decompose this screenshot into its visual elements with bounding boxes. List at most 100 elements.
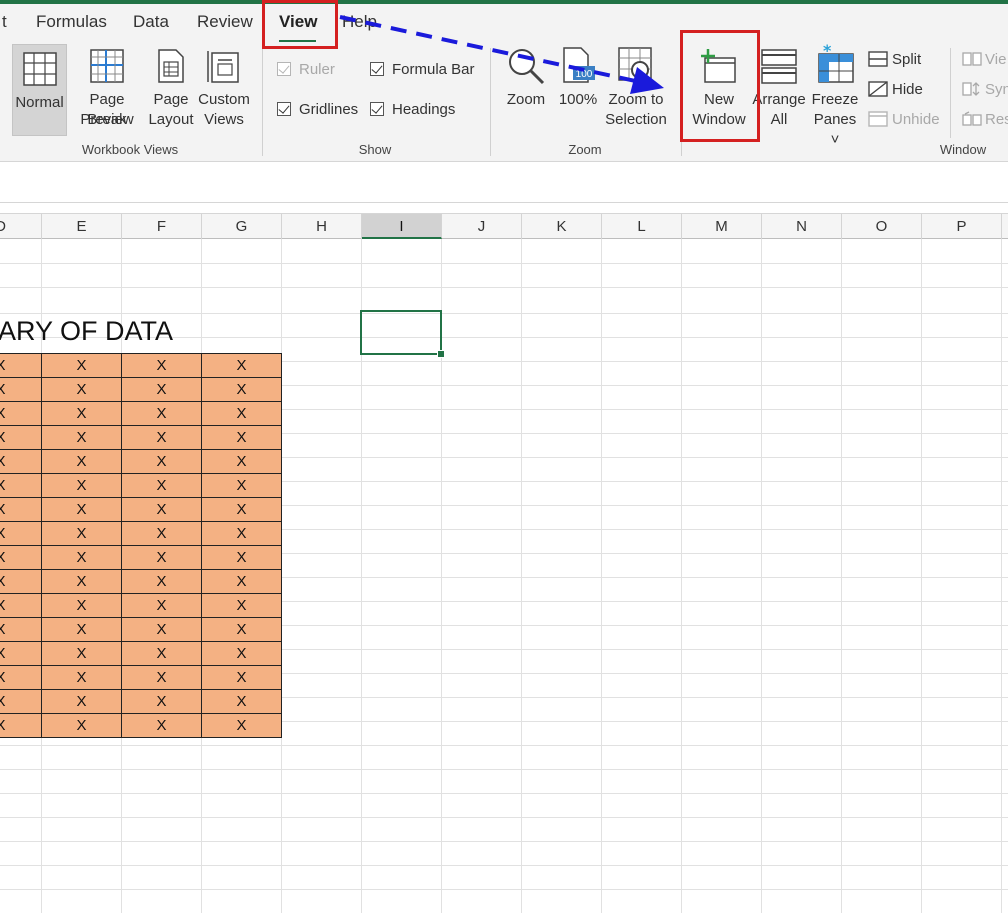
table-cell[interactable]: X <box>0 594 42 617</box>
table-cell[interactable]: X <box>42 378 122 401</box>
table-cell[interactable]: X <box>122 378 202 401</box>
column-header-d[interactable]: D <box>0 214 42 239</box>
tab-review[interactable]: Review <box>197 12 253 32</box>
table-cell[interactable]: X <box>0 618 42 641</box>
tab-help[interactable]: Help <box>342 12 377 32</box>
column-header-j[interactable]: J <box>442 214 522 239</box>
table-cell[interactable]: X <box>122 642 202 665</box>
table-cell[interactable]: X <box>42 690 122 713</box>
column-header-i[interactable]: I <box>362 214 442 239</box>
zoom-100-button[interactable]: 100 100% <box>556 42 600 138</box>
table-cell[interactable]: X <box>42 642 122 665</box>
table-cell[interactable]: X <box>0 522 42 545</box>
column-header-l[interactable]: L <box>602 214 682 239</box>
headings-checkbox[interactable]: Headings <box>370 99 455 121</box>
gridlines-checkbox[interactable]: Gridlines <box>277 99 358 121</box>
table-cell[interactable]: X <box>0 666 42 689</box>
formula-bar-checkbox[interactable]: Formula Bar <box>370 59 475 81</box>
normal-view-button[interactable]: Normal <box>12 44 67 136</box>
reset-window-position-button[interactable]: Res <box>962 109 1008 131</box>
page-layout-button[interactable]: Page Layout <box>147 42 195 138</box>
table-cell[interactable]: X <box>0 378 42 401</box>
table-cell[interactable]: X <box>0 354 42 377</box>
table-cell[interactable]: X <box>42 666 122 689</box>
table-cell[interactable]: X <box>122 522 202 545</box>
table-cell[interactable]: X <box>42 450 122 473</box>
tab-formulas[interactable]: Formulas <box>36 12 107 32</box>
table-cell[interactable]: X <box>202 642 282 665</box>
formula-bar[interactable] <box>0 163 1008 203</box>
column-header-o[interactable]: O <box>842 214 922 239</box>
table-cell[interactable]: X <box>122 426 202 449</box>
table-cell[interactable]: X <box>202 690 282 713</box>
table-cell[interactable]: X <box>42 498 122 521</box>
table-cell[interactable]: X <box>202 402 282 425</box>
table-cell[interactable]: X <box>0 498 42 521</box>
tab-data[interactable]: Data <box>133 12 169 32</box>
table-cell[interactable]: X <box>122 402 202 425</box>
column-header-e[interactable]: E <box>42 214 122 239</box>
column-header-g[interactable]: G <box>202 214 282 239</box>
table-cell[interactable]: X <box>122 474 202 497</box>
table-cell[interactable]: X <box>202 666 282 689</box>
table-cell[interactable]: X <box>0 714 42 737</box>
table-cell[interactable]: X <box>0 570 42 593</box>
table-cell[interactable]: X <box>122 690 202 713</box>
table-cell[interactable]: X <box>42 618 122 641</box>
table-cell[interactable]: X <box>42 570 122 593</box>
table-cell[interactable]: X <box>202 426 282 449</box>
table-cell[interactable]: X <box>0 474 42 497</box>
synchronous-scrolling-button[interactable]: Syn <box>962 79 1008 101</box>
table-cell[interactable]: X <box>42 402 122 425</box>
table-cell[interactable]: X <box>0 426 42 449</box>
table-cell[interactable]: X <box>42 522 122 545</box>
table-cell[interactable]: X <box>202 498 282 521</box>
table-cell[interactable]: X <box>202 354 282 377</box>
table-cell[interactable]: X <box>122 498 202 521</box>
table-cell[interactable]: X <box>0 450 42 473</box>
table-cell[interactable]: X <box>122 666 202 689</box>
table-cell[interactable]: X <box>122 450 202 473</box>
custom-views-button[interactable]: Custom Views <box>196 42 252 138</box>
table-cell[interactable]: X <box>202 522 282 545</box>
table-cell[interactable]: X <box>42 474 122 497</box>
freeze-panes-button[interactable]: * Freeze Panes ˅ <box>809 42 861 148</box>
table-cell[interactable]: X <box>122 354 202 377</box>
zoom-to-selection-button[interactable]: Zoom to Selection <box>602 42 670 138</box>
table-cell[interactable]: X <box>202 618 282 641</box>
selected-cell[interactable] <box>360 310 445 358</box>
column-header-k[interactable]: K <box>522 214 602 239</box>
table-cell[interactable]: X <box>202 714 282 737</box>
table-cell[interactable]: X <box>122 618 202 641</box>
table-cell[interactable]: X <box>0 402 42 425</box>
column-header-f[interactable]: F <box>122 214 202 239</box>
column-header-n[interactable]: N <box>762 214 842 239</box>
table-cell[interactable]: X <box>202 570 282 593</box>
table-cell[interactable]: X <box>202 378 282 401</box>
table-cell[interactable]: X <box>0 690 42 713</box>
table-cell[interactable]: X <box>42 426 122 449</box>
table-cell[interactable]: X <box>202 474 282 497</box>
tab-insert[interactable]: t <box>2 12 7 32</box>
table-cell[interactable]: X <box>122 714 202 737</box>
table-cell[interactable]: X <box>202 594 282 617</box>
table-cell[interactable]: X <box>122 546 202 569</box>
page-break-preview-button[interactable]: Page Break Preview <box>68 42 146 138</box>
zoom-button[interactable]: Zoom <box>500 42 552 138</box>
table-cell[interactable]: X <box>42 714 122 737</box>
table-cell[interactable]: X <box>0 642 42 665</box>
hide-button[interactable]: Hide <box>868 79 923 101</box>
table-cell[interactable]: X <box>122 594 202 617</box>
table-cell[interactable]: X <box>202 546 282 569</box>
unhide-button[interactable]: Unhide <box>868 109 940 131</box>
column-header-h[interactable]: H <box>282 214 362 239</box>
table-cell[interactable]: X <box>42 354 122 377</box>
table-cell[interactable]: X <box>42 546 122 569</box>
ruler-checkbox[interactable]: Ruler <box>277 59 335 81</box>
split-button[interactable]: Split <box>868 49 921 71</box>
table-cell[interactable]: X <box>0 546 42 569</box>
column-header-m[interactable]: M <box>682 214 762 239</box>
column-header-p[interactable]: P <box>922 214 1002 239</box>
table-cell[interactable]: X <box>202 450 282 473</box>
table-cell[interactable]: X <box>122 570 202 593</box>
